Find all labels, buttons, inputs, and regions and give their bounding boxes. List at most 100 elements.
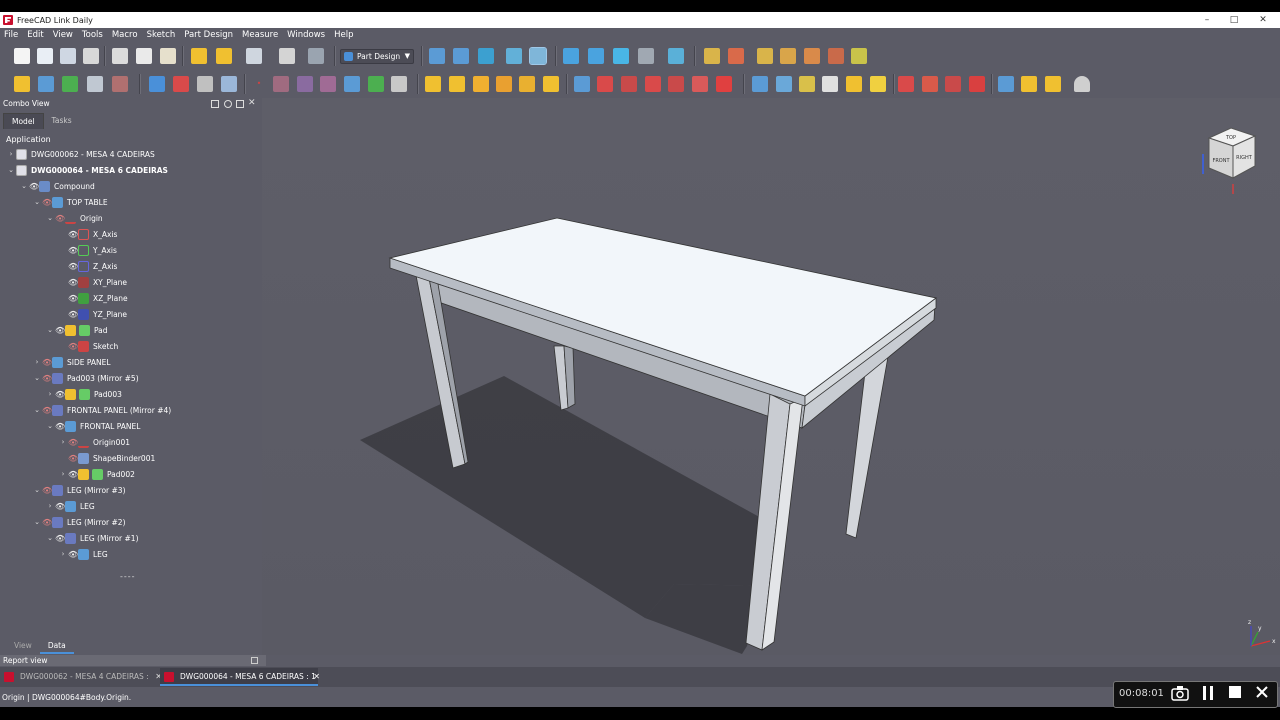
visibility-eye-icon[interactable]: 👁 <box>68 278 78 287</box>
chevron-right-icon[interactable]: › <box>58 550 68 558</box>
tab-data[interactable]: Data <box>39 639 74 654</box>
revolution-icon[interactable] <box>449 76 465 92</box>
tree-item-pad[interactable]: ⌄ 👁 Pad <box>45 322 108 338</box>
camera-icon[interactable] <box>1170 685 1190 705</box>
multi-transform-icon[interactable] <box>846 76 862 92</box>
additive-feature-icon[interactable] <box>368 76 384 92</box>
additive-pipe-icon[interactable] <box>496 76 512 92</box>
menu-macro[interactable]: Macro <box>112 30 138 40</box>
maximize-panel-icon[interactable] <box>236 100 244 108</box>
chevron-right-icon[interactable]: › <box>45 390 55 398</box>
fit-selection-icon[interactable] <box>453 48 469 64</box>
view-rotate-icon[interactable] <box>638 48 654 64</box>
macro-record-icon[interactable] <box>704 48 720 64</box>
chamfer-icon[interactable] <box>898 76 914 92</box>
whats-this-icon[interactable] <box>308 48 324 64</box>
tree-item-sketch[interactable]: 👁 Sketch <box>68 338 118 354</box>
visibility-hidden-icon[interactable]: 👁 <box>55 214 65 223</box>
tree-item-plane[interactable]: 👁 XY_Plane <box>68 274 127 290</box>
float-panel-icon[interactable] <box>251 657 258 664</box>
tree-item-axis[interactable]: 👁 Z_Axis <box>68 258 117 274</box>
save-icon[interactable] <box>60 48 76 64</box>
recompute-icon[interactable] <box>279 48 295 64</box>
panel-settings-icon[interactable] <box>224 100 232 108</box>
chevron-down-icon[interactable]: ⌄ <box>32 486 42 494</box>
chevron-down-icon[interactable]: ⌄ <box>45 534 55 542</box>
tree-item-document[interactable]: ⌄ DWG000064 - MESA 6 CADEIRAS <box>6 162 168 178</box>
menu-tools[interactable]: Tools <box>82 30 103 40</box>
groove-icon[interactable] <box>621 76 637 92</box>
tree-item-mirror[interactable]: ⌄ 👁 LEG (Mirror #1) <box>45 530 139 546</box>
visibility-eye-icon[interactable]: 👁 <box>55 390 65 399</box>
chevron-down-icon[interactable]: ⌄ <box>45 422 55 430</box>
feature-icon[interactable] <box>391 76 407 92</box>
selection-filter-icon[interactable] <box>529 47 547 65</box>
additive-loft-icon[interactable] <box>473 76 489 92</box>
subtractive-primitive-icon[interactable] <box>716 76 732 92</box>
visibility-eye-icon[interactable]: 👁 <box>68 294 78 303</box>
tree-item-body[interactable]: › 👁 SIDE PANEL <box>32 354 111 370</box>
local-cs-icon[interactable] <box>320 76 336 92</box>
linear-pattern-icon[interactable] <box>776 76 792 92</box>
macro-execute-icon[interactable] <box>780 48 796 64</box>
clone-icon[interactable] <box>112 76 128 92</box>
bounding-box-icon[interactable] <box>506 48 522 64</box>
additive-helix-icon[interactable] <box>519 76 535 92</box>
chevron-right-icon[interactable]: › <box>58 470 68 478</box>
refresh-model-icon[interactable] <box>246 48 262 64</box>
close-tab-icon[interactable]: ✕ <box>313 668 320 686</box>
measure-person-icon[interactable] <box>1074 76 1090 92</box>
thickness-icon[interactable] <box>945 76 961 92</box>
chevron-right-icon[interactable]: › <box>58 438 68 446</box>
tree-item-axis[interactable]: 👁 X_Axis <box>68 226 117 242</box>
view-up-icon[interactable] <box>613 48 629 64</box>
visibility-hidden-icon[interactable]: 👁 <box>68 438 78 447</box>
boolean-icon[interactable] <box>969 76 985 92</box>
copy-icon[interactable] <box>136 48 152 64</box>
pause-icon[interactable] <box>1198 685 1218 705</box>
workbench-selector[interactable]: Part Design ▼ <box>340 49 414 64</box>
tree-item-document[interactable]: › DWG000062 - MESA 4 CADEIRAS <box>6 146 155 162</box>
body-icon[interactable] <box>14 76 30 92</box>
chevron-down-icon[interactable]: ⌄ <box>45 214 55 222</box>
visibility-eye-icon[interactable]: 👁 <box>68 470 78 479</box>
visibility-eye-icon[interactable]: 👁 <box>55 422 65 431</box>
visibility-eye-icon[interactable]: 👁 <box>68 230 78 239</box>
tree-item-body[interactable]: › 👁 LEG <box>45 498 95 514</box>
activate-body-icon[interactable] <box>62 76 78 92</box>
tree-item-plane[interactable]: 👁 YZ_Plane <box>68 306 127 322</box>
visibility-eye-icon[interactable]: 👁 <box>55 502 65 511</box>
shaft-wizard-icon[interactable] <box>1045 76 1061 92</box>
shape-binder-icon[interactable] <box>87 76 103 92</box>
chevron-down-icon[interactable]: ⌄ <box>32 198 42 206</box>
visibility-hidden-icon[interactable]: 👁 <box>42 406 52 415</box>
chevron-right-icon[interactable]: › <box>45 502 55 510</box>
menu-sketch[interactable]: Sketch <box>147 30 176 40</box>
menu-file[interactable]: File <box>4 30 18 40</box>
chevron-down-icon[interactable]: ⌄ <box>19 182 29 190</box>
visibility-hidden-icon[interactable]: 👁 <box>42 374 52 383</box>
chevron-down-icon[interactable]: ⌄ <box>32 406 42 414</box>
menu-measure[interactable]: Measure <box>242 30 278 40</box>
draft-icon[interactable] <box>922 76 938 92</box>
visibility-eye-icon[interactable]: 👁 <box>68 246 78 255</box>
chevron-right-icon[interactable]: › <box>6 150 16 158</box>
macro-edit-icon[interactable] <box>757 48 773 64</box>
tree-item-body[interactable]: ⌄ 👁 FRONTAL PANEL <box>45 418 140 434</box>
view-forward-icon[interactable] <box>588 48 604 64</box>
chevron-down-icon[interactable]: ⌄ <box>45 326 55 334</box>
fit-all-icon[interactable] <box>429 48 445 64</box>
menu-windows[interactable]: Windows <box>287 30 325 40</box>
open-file-icon[interactable] <box>37 48 53 64</box>
datum-point-icon[interactable]: • <box>251 76 267 92</box>
tree-item-mirror[interactable]: ⌄ 👁 Pad003 (Mirror #5) <box>32 370 139 386</box>
new-sketch-icon[interactable] <box>149 76 165 92</box>
subtractive-loft-icon[interactable] <box>645 76 661 92</box>
maximize-button[interactable]: □ <box>1219 12 1249 28</box>
sprocket-icon[interactable] <box>998 76 1014 92</box>
fillet-icon[interactable] <box>870 76 886 92</box>
subtractive-helix-icon[interactable] <box>692 76 708 92</box>
minimize-button[interactable]: – <box>1192 12 1222 28</box>
view-back-icon[interactable] <box>563 48 579 64</box>
menu-edit[interactable]: Edit <box>27 30 43 40</box>
